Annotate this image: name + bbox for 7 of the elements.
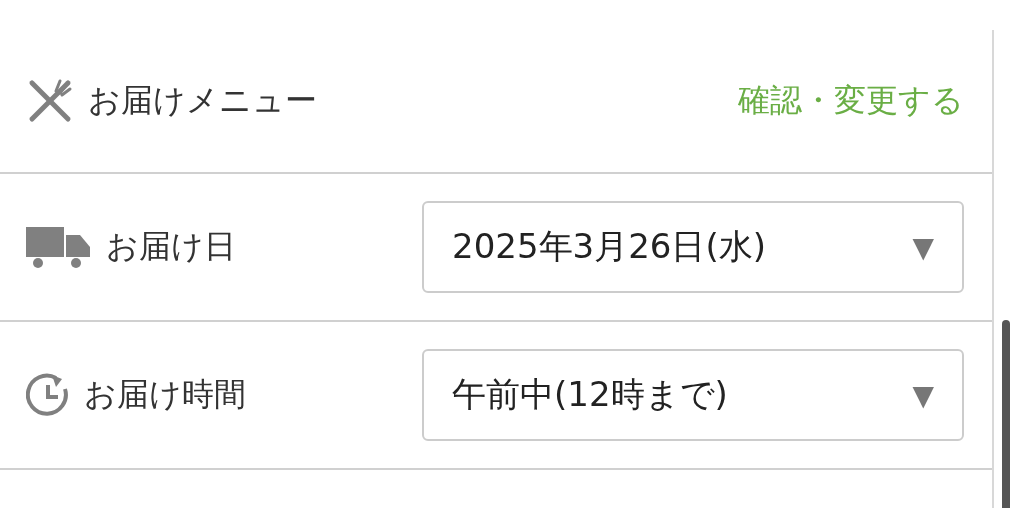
- dropdown[interactable]: 2025年3月26日(水) ▼: [422, 201, 964, 293]
- clock-icon: [26, 373, 70, 417]
- row-label: お届けメニュー: [88, 80, 317, 121]
- row-label: お届け日: [106, 226, 236, 267]
- dropdown[interactable]: 午前中(12時まで) ▼: [422, 349, 964, 441]
- row-label: お届け時間: [84, 374, 246, 415]
- scrollbar-thumb[interactable]: [1002, 320, 1010, 508]
